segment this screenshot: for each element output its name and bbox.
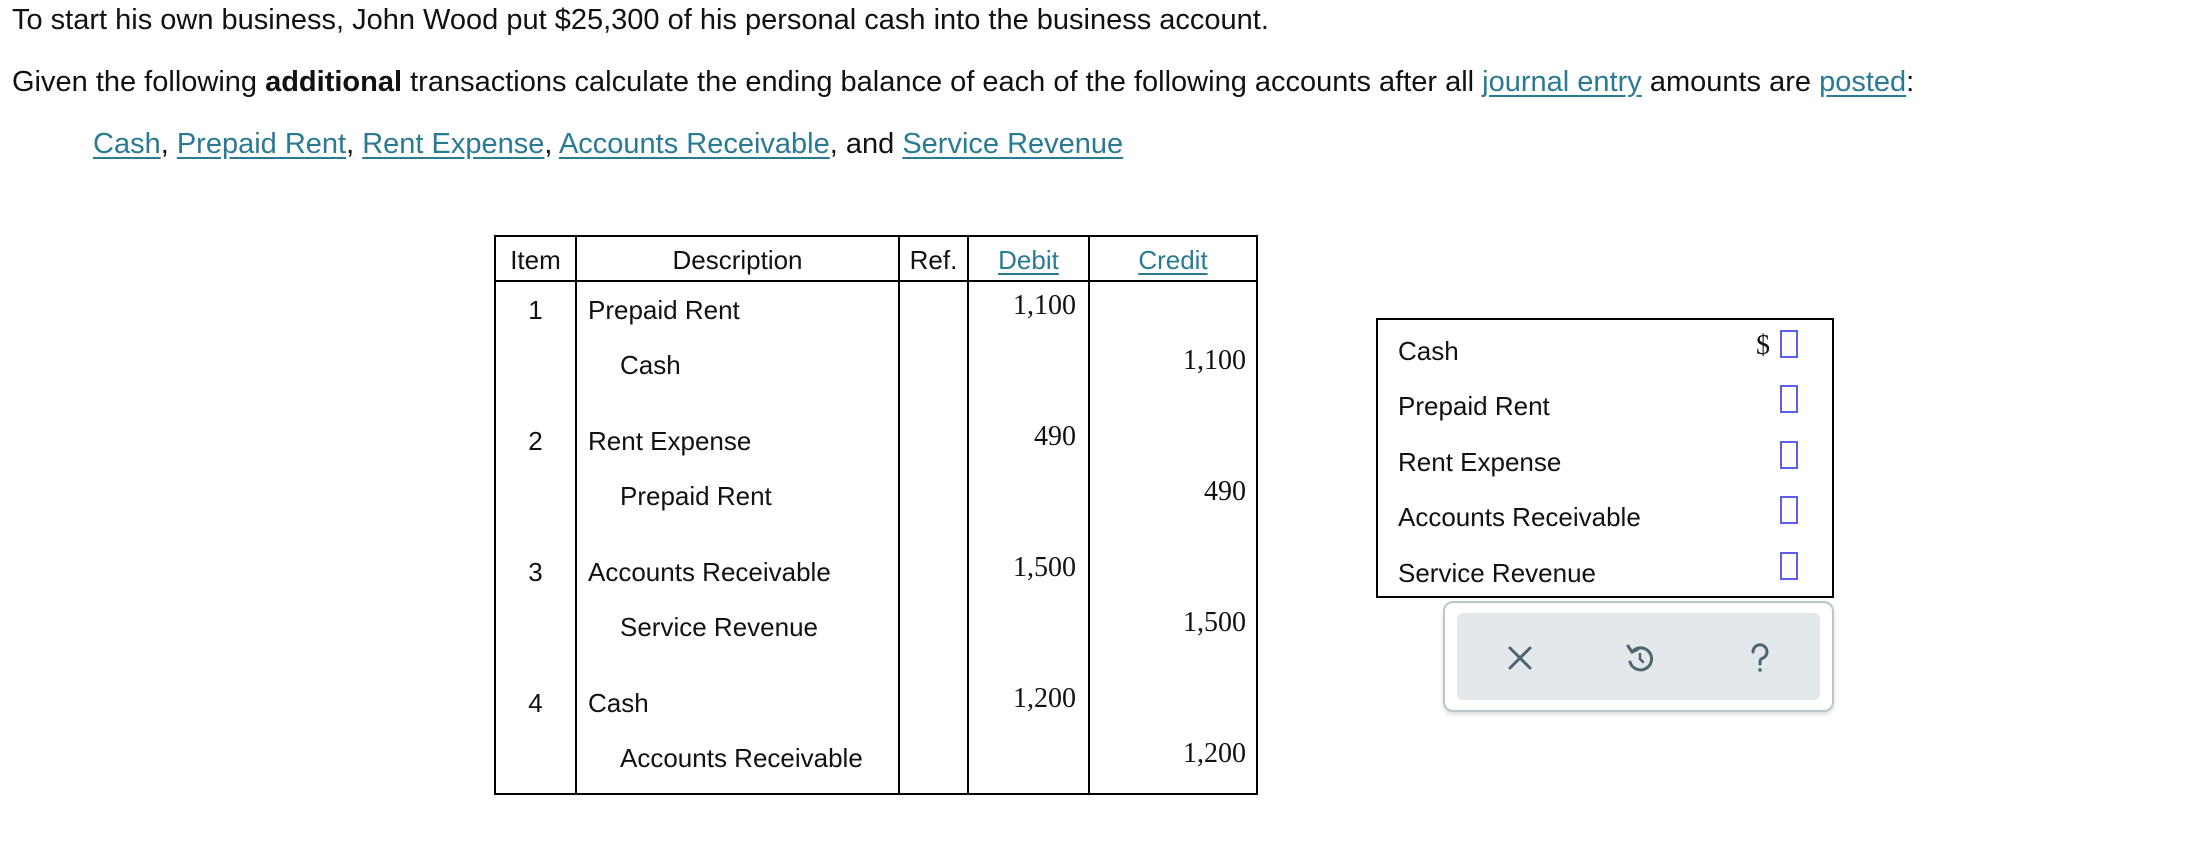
ending-balances-panel: $ Cash Prepaid Rent Rent Expense Account… xyxy=(1376,318,1834,598)
problem-statement-line-1: To start his own business, John Wood put… xyxy=(12,4,1269,36)
link-debit[interactable]: Debit xyxy=(998,245,1059,275)
link-cash[interactable]: Cash xyxy=(93,128,161,160)
entry-debit-amount: 1,100 xyxy=(1013,290,1076,321)
entry-item-number: 1 xyxy=(528,295,543,325)
answer-input-prepaid-rent[interactable] xyxy=(1780,385,1798,413)
answer-input-rent-expense[interactable] xyxy=(1780,441,1798,469)
answer-label-accounts-receivable: Accounts Receivable xyxy=(1398,502,1641,532)
entry-debit-amount: 490 xyxy=(1034,421,1076,452)
entry-credit-amount: 1,500 xyxy=(1183,607,1246,638)
column-divider xyxy=(575,237,577,793)
entry-credit-amount: 490 xyxy=(1204,476,1246,507)
answer-toolbar xyxy=(1443,601,1834,712)
help-button[interactable] xyxy=(1735,633,1785,683)
entry-credit-account: Prepaid Rent xyxy=(620,481,772,511)
entry-item-number: 3 xyxy=(528,557,543,587)
close-icon xyxy=(1508,646,1532,670)
link-posted[interactable]: posted xyxy=(1819,66,1906,98)
answer-label-prepaid-rent: Prepaid Rent xyxy=(1398,391,1550,421)
undo-button[interactable] xyxy=(1615,633,1665,683)
header-ref: Ref. xyxy=(909,245,958,275)
answer-input-cash[interactable] xyxy=(1780,330,1798,358)
account-links-list: Cash, Prepaid Rent, Rent Expense, Accoun… xyxy=(93,128,1124,160)
entry-item-number: 2 xyxy=(528,426,543,456)
answer-label-cash: Cash xyxy=(1398,336,1459,366)
answer-label-rent-expense: Rent Expense xyxy=(1398,447,1562,477)
header-divider xyxy=(496,280,1256,282)
link-journal-entry[interactable]: journal entry xyxy=(1482,66,1642,98)
entry-debit-account: Rent Expense xyxy=(588,426,752,456)
link-credit[interactable]: Credit xyxy=(1138,245,1207,275)
entry-credit-account: Service Revenue xyxy=(620,612,818,642)
header-debit: Debit xyxy=(969,245,1088,276)
journal-entries-table: Item Description Ref. Debit Credit 1 Pre… xyxy=(494,235,1258,795)
column-divider xyxy=(1088,237,1090,793)
entry-item-number: 4 xyxy=(528,688,543,718)
entry-credit-amount: 1,100 xyxy=(1183,345,1246,376)
entry-credit-account: Accounts Receivable xyxy=(620,743,863,773)
currency-symbol: $ xyxy=(1756,330,1770,361)
link-prepaid-rent[interactable]: Prepaid Rent xyxy=(177,128,346,160)
header-credit: Credit xyxy=(1090,245,1256,276)
undo-icon xyxy=(1626,644,1654,672)
header-description: Description xyxy=(672,245,803,275)
entry-credit-amount: 1,200 xyxy=(1183,738,1246,769)
entry-debit-account: Cash xyxy=(588,688,649,718)
help-icon xyxy=(1751,643,1769,672)
entry-debit-amount: 1,200 xyxy=(1013,683,1076,714)
link-service-revenue[interactable]: Service Revenue xyxy=(902,128,1123,160)
link-rent-expense[interactable]: Rent Expense xyxy=(362,128,544,160)
problem-statement-line-2: Given the following additional transacti… xyxy=(12,66,1915,98)
entry-credit-account: Cash xyxy=(620,350,681,380)
column-divider xyxy=(967,237,969,793)
entry-debit-account: Prepaid Rent xyxy=(588,295,740,325)
column-divider xyxy=(898,237,900,793)
answer-input-accounts-receivable[interactable] xyxy=(1780,496,1798,524)
answer-label-service-revenue: Service Revenue xyxy=(1398,558,1596,588)
link-accounts-receivable[interactable]: Accounts Receivable xyxy=(559,128,830,160)
header-item: Item xyxy=(510,245,561,275)
clear-button[interactable] xyxy=(1495,633,1545,683)
emphasis-additional: additional xyxy=(265,66,403,98)
answer-input-service-revenue[interactable] xyxy=(1780,552,1798,580)
entry-debit-account: Accounts Receivable xyxy=(588,557,831,587)
entry-debit-amount: 1,500 xyxy=(1013,552,1076,583)
